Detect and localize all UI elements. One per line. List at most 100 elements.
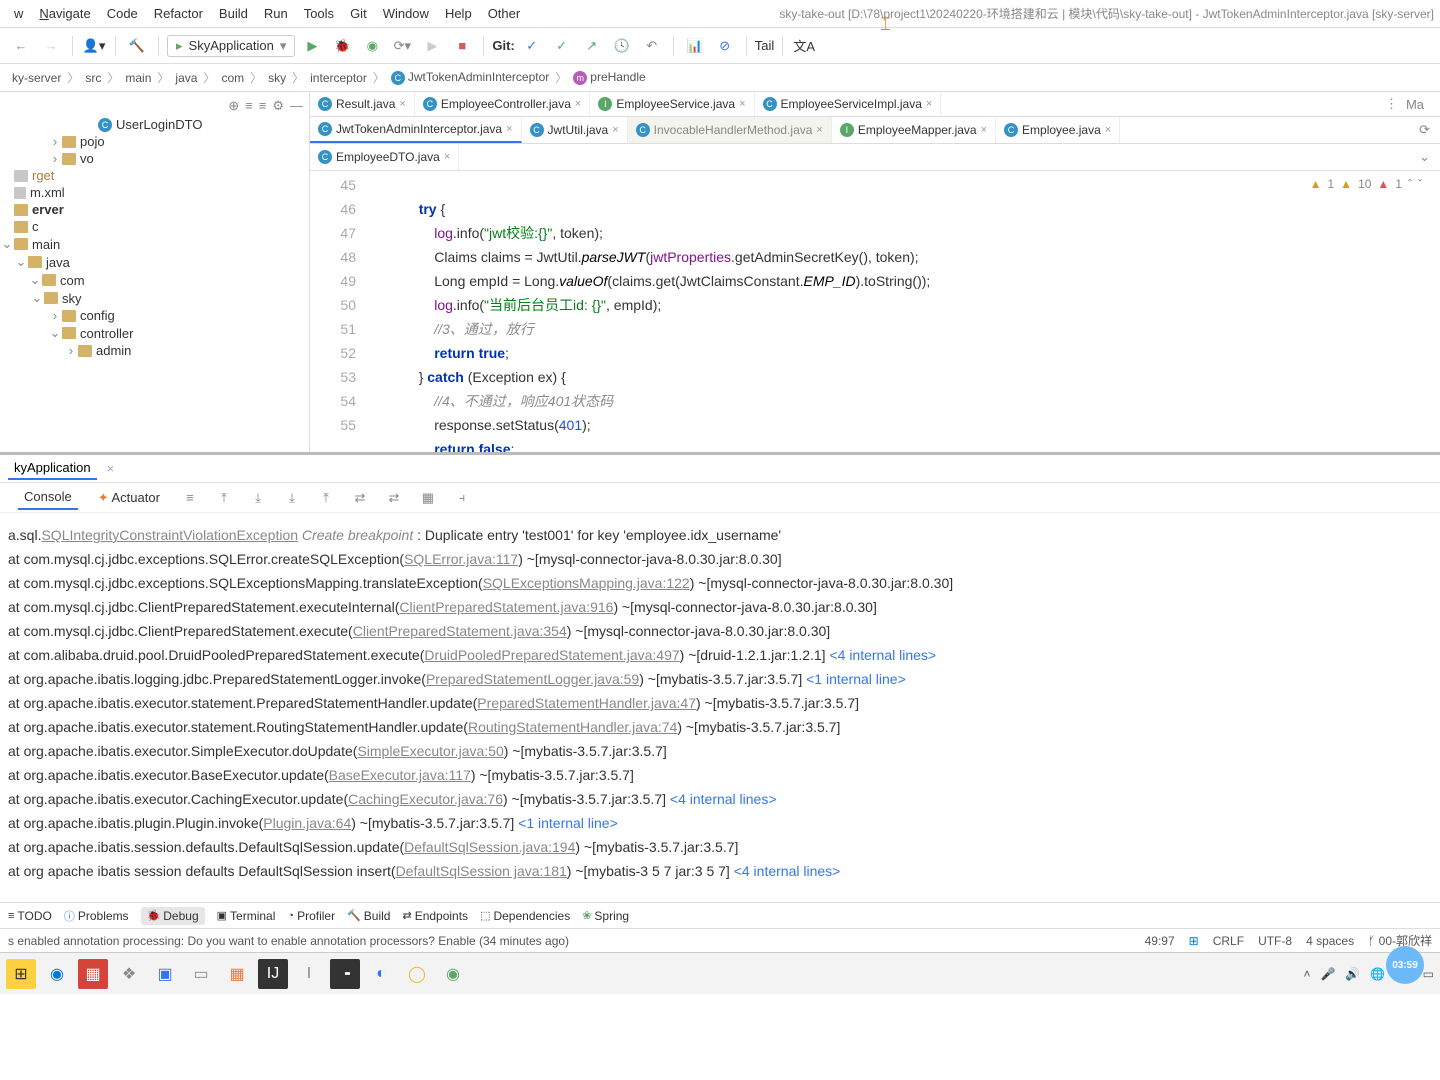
user-icon[interactable]: 👤▾ — [81, 33, 107, 59]
terminal-tab[interactable]: ▣Terminal — [217, 909, 276, 923]
git-commit-icon[interactable]: ✓ — [549, 33, 575, 59]
settings-icon[interactable]: ⚙ — [272, 98, 284, 114]
terminal-icon[interactable]: ╺ — [330, 959, 360, 989]
crumb-class[interactable]: CJwtTokenAdminInterceptor — [387, 68, 553, 87]
tail-label[interactable]: Tail — [755, 38, 775, 53]
internal-lines-link[interactable]: <4 internal lines> — [829, 647, 936, 663]
tray-vol-icon[interactable]: 🔊 — [1345, 967, 1360, 981]
crumb-java[interactable]: java — [171, 69, 201, 87]
stack-link[interactable]: ClientPreparedStatement.java:354 — [353, 623, 567, 639]
tree-item[interactable]: ›pojo — [0, 133, 309, 150]
menu-code[interactable]: Code — [99, 3, 146, 24]
tree-item[interactable]: ›config — [0, 307, 309, 324]
dependencies-tab[interactable]: ⬚Dependencies — [480, 909, 570, 923]
crumb-sky[interactable]: sky — [264, 69, 290, 87]
crumb-method[interactable]: mpreHandle — [569, 68, 649, 87]
stack-link[interactable]: DefaultSqlSession java:181 — [396, 863, 567, 879]
app4-icon[interactable]: ▭ — [186, 959, 216, 989]
crumb-main[interactable]: main — [121, 69, 155, 87]
stack-link[interactable]: PreparedStatementHandler.java:47 — [477, 695, 696, 711]
stack-link[interactable]: SQLError.java:117 — [404, 551, 518, 567]
stop-icon[interactable]: ■ — [449, 33, 475, 59]
app9-icon[interactable]: ◉ — [438, 959, 468, 989]
tray-notif-icon[interactable]: ▭ — [1423, 967, 1434, 981]
git-history-icon[interactable]: 🕓 — [609, 33, 635, 59]
app3-icon[interactable]: ▣ — [150, 959, 180, 989]
tree-item[interactable]: ›admin — [0, 342, 309, 359]
stack-link[interactable]: DefaultSqlSession.java:194 — [404, 839, 575, 855]
editor-tab[interactable]: CEmployeeDTO.java× — [310, 144, 459, 170]
tree-item[interactable]: c — [0, 218, 309, 235]
console-tab[interactable]: Console — [18, 485, 78, 510]
debug-tab[interactable]: 🐞Debug — [141, 907, 205, 925]
start-icon[interactable]: ⊞ — [6, 959, 36, 989]
stack-link[interactable]: ClientPreparedStatement.java:916 — [399, 599, 613, 615]
internal-lines-link[interactable]: <1 internal line> — [806, 671, 906, 687]
editor-tab[interactable]: CInvocableHandlerMethod.java× — [628, 117, 832, 143]
tab-close-icon[interactable]: × — [612, 124, 618, 136]
menu-other[interactable]: Other — [480, 3, 529, 24]
tab-close-icon[interactable]: × — [1105, 124, 1111, 136]
debug-icon[interactable]: 🐞 — [329, 33, 355, 59]
indent[interactable]: 4 spaces — [1306, 934, 1354, 948]
tab-close-icon[interactable]: × — [399, 98, 405, 110]
git-push-icon[interactable]: ↗ — [579, 33, 605, 59]
actuator-tab[interactable]: ✦ Actuator — [92, 486, 166, 510]
git-rollback-icon[interactable]: ↶ — [639, 33, 665, 59]
status-msg[interactable]: s enabled annotation processing: Do you … — [8, 934, 569, 948]
stack-link[interactable]: Plugin.java:64 — [263, 815, 351, 831]
run-config-dropdown[interactable]: ▸ SkyApplication ▾ — [167, 35, 295, 57]
editor-tab[interactable]: CJwtTokenAdminInterceptor.java× — [310, 117, 522, 143]
tray-mic-icon[interactable]: 🎤 — [1320, 967, 1335, 981]
intellij-icon[interactable]: IJ — [258, 959, 288, 989]
stack-link[interactable]: SQLIntegrityConstraintViolationException — [41, 527, 298, 543]
expand-icon[interactable]: ≡ — [245, 98, 253, 114]
menu-window[interactable]: Window — [375, 3, 437, 24]
translate-icon[interactable]: 文A — [791, 33, 817, 59]
tree-item[interactable]: ⌄main — [0, 235, 309, 253]
analyze-icon[interactable]: 📊 — [682, 33, 708, 59]
attach-icon[interactable]: ▶ — [419, 33, 445, 59]
tab-close-icon[interactable]: × — [444, 151, 450, 163]
tree-item[interactable]: ⌄java — [0, 253, 309, 271]
menu-navigate[interactable]: Navigate — [31, 3, 98, 24]
crumb-com[interactable]: com — [217, 69, 248, 87]
tree-item[interactable]: ⌄controller — [0, 324, 309, 342]
back-icon[interactable]: ← — [8, 33, 34, 59]
shuffle-icon[interactable]: ⇄ — [350, 490, 370, 506]
internal-lines-link[interactable]: <4 internal lines> — [734, 863, 841, 879]
stack-link[interactable]: BaseExecutor.java:117 — [329, 767, 471, 783]
endpoints-tab[interactable]: ⇄Endpoints — [402, 909, 468, 923]
tray-net-icon[interactable]: 🌐 — [1370, 967, 1385, 981]
internal-lines-link[interactable]: <1 internal line> — [518, 815, 618, 831]
tree-item[interactable]: ›vo — [0, 150, 309, 167]
tray-up-icon[interactable]: ˄ — [1303, 967, 1310, 981]
todo-tab[interactable]: ≡TODO — [8, 909, 52, 923]
target-icon[interactable]: ⊕ — [228, 98, 239, 114]
tree-item[interactable]: erver — [0, 201, 309, 218]
forward-icon[interactable]: → — [38, 33, 64, 59]
stack-link[interactable]: CachingExecutor.java:76 — [348, 791, 503, 807]
app5-icon[interactable]: ▦ — [222, 959, 252, 989]
crumb-src[interactable]: src — [81, 69, 105, 87]
scroll-dn-icon[interactable]: ⤓ — [248, 490, 268, 506]
tab-close-icon[interactable]: × — [816, 124, 822, 136]
crumb-module[interactable]: ky-server — [8, 69, 65, 87]
collapse-tabs-icon[interactable]: ⌄ — [1419, 149, 1430, 164]
git-update-icon[interactable]: ✓ — [519, 33, 545, 59]
editor-tab[interactable]: CEmployeeServiceImpl.java× — [755, 92, 942, 116]
up-icon[interactable]: ⤒ — [316, 490, 336, 506]
inspection-hints[interactable]: ▲1 ▲10 ▲1 ˆˇ — [1310, 177, 1422, 191]
caret-pos[interactable]: 49:97 — [1145, 934, 1175, 948]
internal-lines-link[interactable]: <4 internal lines> — [670, 791, 777, 807]
soft-wrap-icon[interactable]: ≡ — [180, 490, 200, 505]
run-icon[interactable]: ▶ — [299, 33, 325, 59]
tab-close-icon[interactable]: × — [575, 98, 581, 110]
editor-tab[interactable]: CResult.java× — [310, 92, 415, 116]
editor-tab[interactable]: IEmployeeService.java× — [590, 92, 754, 116]
scroll-top-icon[interactable]: ⤒ — [214, 490, 234, 506]
menu-tools[interactable]: Tools — [296, 3, 342, 24]
stack-link[interactable]: PreparedStatementLogger.java:59 — [426, 671, 639, 687]
tab-close-icon[interactable]: × — [739, 98, 745, 110]
editor-tab[interactable]: CEmployeeController.java× — [415, 92, 591, 116]
